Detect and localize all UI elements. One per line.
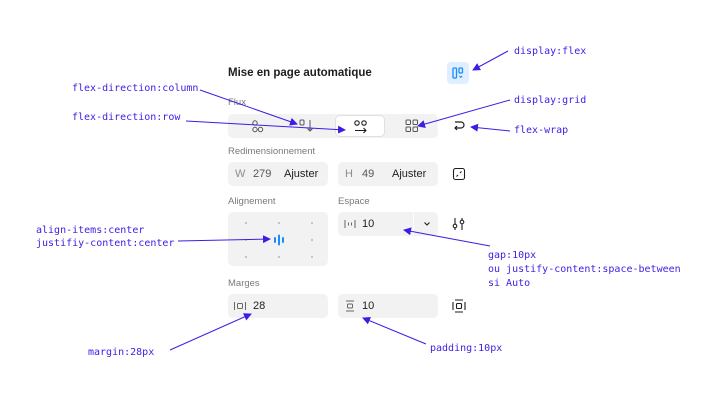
arrow-margin [169, 313, 252, 351]
arrow-flex-direction-column [199, 89, 298, 126]
arrow-align [177, 235, 271, 244]
arrow-padding [362, 316, 427, 345]
arrow-flex-direction-row [185, 120, 346, 134]
annotation-arrows [169, 50, 511, 351]
arrow-display-flex [472, 50, 509, 71]
arrow-display-grid [417, 99, 511, 128]
arrow-flex-wrap [470, 123, 511, 132]
arrow-gap [403, 227, 491, 247]
